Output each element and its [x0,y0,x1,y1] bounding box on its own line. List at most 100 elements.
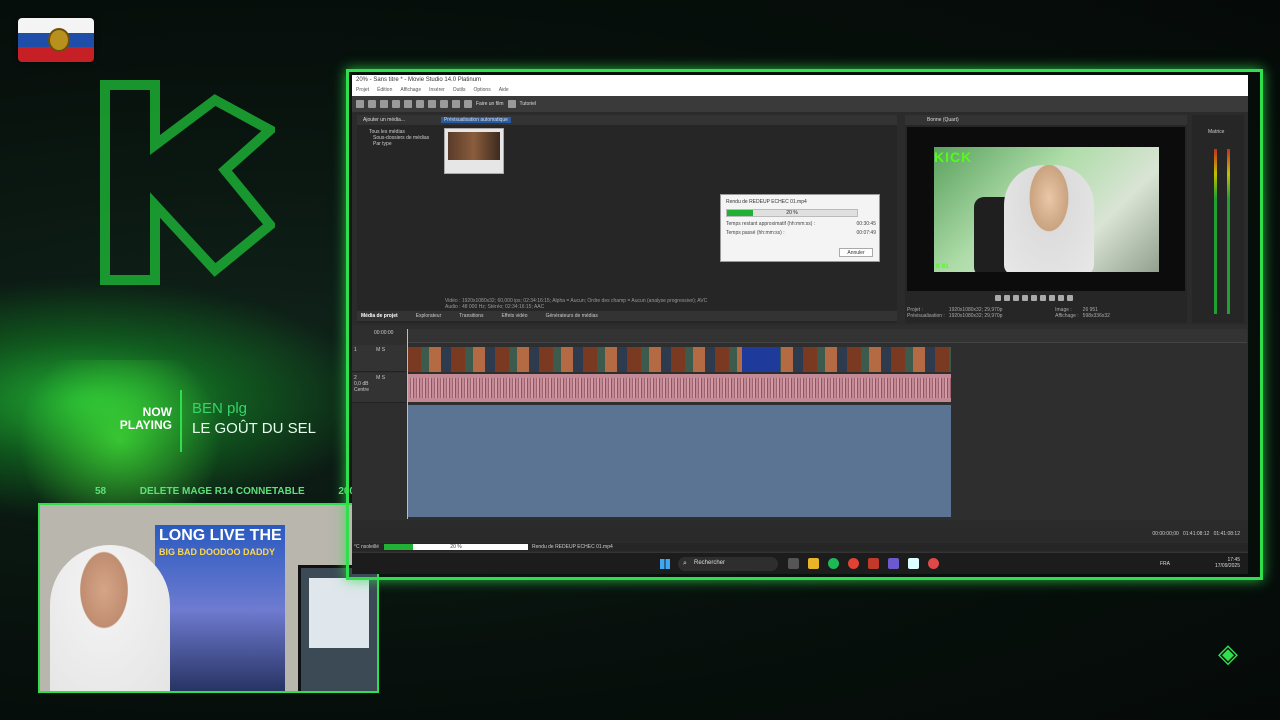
cut-icon[interactable] [404,100,412,108]
video-clip-blue-segment [742,347,780,372]
video-event-clip[interactable] [407,347,951,372]
overlay-ticker: 58 DELETE MAGE R14 CONNETABLE 200 [95,486,355,497]
menu-help[interactable]: Aide [499,87,509,96]
render-loop-region[interactable] [407,405,951,517]
russian-flag-icon [18,18,94,62]
render-progress-text: 20 % [786,210,798,216]
windows-start-icon[interactable] [660,559,670,569]
make-movie-button[interactable]: Faire un film [476,101,504,107]
menu-project[interactable]: Projet [356,87,369,96]
new-project-icon[interactable] [356,100,364,108]
system-clock[interactable]: 17:45 17/09/2025 [1215,557,1240,569]
menu-insert[interactable]: Insérer [429,87,445,96]
file-explorer-icon[interactable] [808,558,819,569]
status-progress-text: 20 % [450,544,462,550]
tab-video-fx[interactable]: Effets vidéo [502,313,528,319]
diamond-logo-icon: ◈ [1218,638,1238,668]
media-toolbar: Ajouter un média... Prévisualisation aut… [357,115,897,125]
audio-event-clip[interactable] [407,374,951,402]
redo-icon[interactable] [452,100,460,108]
play-from-start-icon[interactable] [1013,295,1019,301]
input-language[interactable]: FRA [1160,561,1170,567]
copy-icon[interactable] [416,100,424,108]
app-red-icon[interactable] [868,558,879,569]
window-titlebar: 20% - Sans titre * - Movie Studio 14.0 P… [352,75,1248,87]
save-icon[interactable] [380,100,388,108]
media-thumbnail[interactable] [444,128,504,174]
auto-preview-toggle[interactable]: Prévisualisation automatique [440,117,511,123]
timeline-cursor[interactable] [407,329,408,519]
thumbnail-image [448,132,500,160]
taskbar-search-placeholder: Rechercher [694,560,726,566]
tutorial-button[interactable]: Tutoriel [520,101,537,107]
menu-tools[interactable]: Outils [453,87,466,96]
background-monitor [298,565,377,691]
prev-frame-icon[interactable] [1058,295,1064,301]
preview-info: Projet : 1920x1080x32; 29,970p Image : 2… [907,307,1185,319]
open-icon[interactable] [368,100,376,108]
properties-icon[interactable] [392,100,400,108]
now-playing-label: NOW PLAYING [119,405,172,432]
taskbar-search[interactable]: ⌕ Rechercher [678,557,778,571]
go-end-icon[interactable] [1049,295,1055,301]
timeline: 00:00:00 1 M S 2 M S 0,0 dB Centre [352,325,1248,520]
tab-project-media[interactable]: Média de projet [361,313,398,319]
status-bar: °C nsoleillé 20 % Rendu de REDEUP ECHEC … [352,543,1248,551]
paste-icon[interactable] [428,100,436,108]
tab-explorer[interactable]: Explorateur [416,313,442,319]
ticker-left-count: 58 [95,486,107,497]
audio-waveform [407,378,951,398]
preview-toolbar: Bonne (Quart) [905,115,1187,125]
make-movie-icon[interactable] [464,100,472,108]
timeline-transport: 00:00:00;00 01:41:08:12 01:41:08:12 [352,529,1248,541]
elapsed-row: Temps passé (hh:mm:ss) : 00:07:49 [726,230,876,236]
level-meter-right [1227,149,1230,314]
menu-edit[interactable]: Édition [377,87,392,96]
remaining-row: Temps restant approximatif (hh:mm:ss) : … [726,221,876,227]
spotify-icon[interactable] [828,558,839,569]
kick-tag: K 61 [936,264,949,270]
elapsed-value: 00:07:49 [856,230,876,236]
audio-track-pan[interactable]: Centre [354,387,404,393]
menu-options[interactable]: Options [473,87,490,96]
status-render-label: Rendu de REDEUP ECHEC 01.mp4 [532,544,613,550]
stop-icon[interactable] [1031,295,1037,301]
audio-track-header[interactable]: 2 M S 0,0 dB Centre [352,373,406,403]
master-bus-mixer: Matrice [1192,115,1244,323]
display-value: 598x336x32 [1082,313,1110,319]
loop-icon[interactable] [995,295,1001,301]
pause-icon[interactable] [1022,295,1028,301]
discord-icon[interactable] [888,558,899,569]
undo-icon[interactable] [440,100,448,108]
next-frame-icon[interactable] [1067,295,1073,301]
add-media-button[interactable]: Ajouter un média... [363,117,405,123]
now-playing-divider [180,390,182,452]
notepad-icon[interactable] [908,558,919,569]
media-info: Vidéo : 1920x1080x32; 60,000 ips; 02:34:… [445,298,885,310]
preview-quality-select[interactable]: Bonne (Quart) [927,117,959,123]
play-icon[interactable] [1004,295,1010,301]
streamer [50,545,170,691]
tutorial-icon[interactable] [507,100,516,108]
kick-logo: KICK [934,149,973,165]
poster-title: LONG LIVE THE [159,527,282,544]
tab-transitions[interactable]: Transitions [459,313,483,319]
task-view-icon[interactable] [788,558,799,569]
chrome-icon[interactable] [848,558,859,569]
search-icon: ⌕ [683,560,687,567]
menu-view[interactable]: Affichage [400,87,421,96]
level-meter-left [1214,149,1217,314]
go-start-icon[interactable] [1040,295,1046,301]
start-timecode: 00:00:00;00 [1152,531,1179,537]
tab-media-generators[interactable]: Générateurs de médias [546,313,598,319]
timeline-ruler[interactable] [407,329,1247,343]
render-dialog-title: Rendu de REDEUP ECHEC 01.mp4 [726,199,807,205]
mixer-label: Matrice [1208,129,1225,135]
elapsed-label: Temps passé (hh:mm:ss) : [726,230,785,236]
cancel-button[interactable]: Annuler [839,248,873,257]
video-track-header[interactable]: 1 M S [352,345,406,372]
now-playing-artist: BEN plg [192,400,248,417]
app-circle-icon[interactable] [928,558,939,569]
tree-by-type[interactable]: Par type [359,141,433,147]
end-timecode: 01:41:08:12 [1182,531,1210,537]
